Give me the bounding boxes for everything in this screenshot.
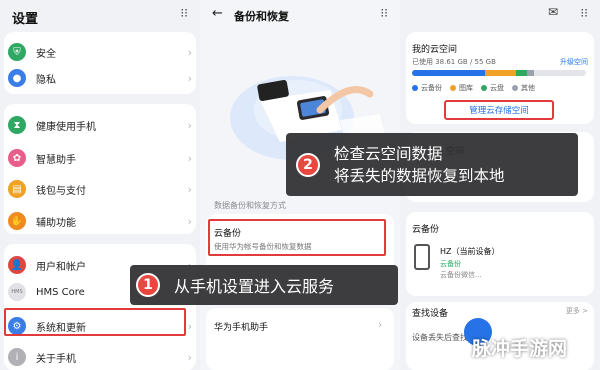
more-icon[interactable]: ⁝⁝ [580, 6, 588, 20]
legend-dot-icon [481, 85, 487, 91]
chevron-right-icon: › [187, 182, 192, 196]
storage-legend: 云备份 图库 云盘 其他 [412, 83, 535, 93]
settings-item-label: 关于手机 [36, 353, 76, 365]
legend-item: 图库 [450, 83, 473, 93]
chevron-right-icon: › [187, 350, 192, 364]
manage-storage-label: 管理云存储空间 [469, 106, 529, 116]
settings-item-label: 健康使用手机 [36, 121, 96, 133]
my-space-title: 我的云空间 [412, 45, 458, 55]
watermark: 脉冲手游网 [472, 338, 568, 360]
legend-label: 云盘 [490, 84, 504, 92]
chevron-right-icon: › [378, 318, 383, 331]
privacy-icon: ● [8, 69, 26, 87]
phone-icon [414, 244, 430, 270]
phone-clone-label[interactable]: 华为手机助手 [214, 320, 268, 333]
accessibility-icon: ✋ [8, 212, 26, 230]
settings-item[interactable]: i 关于手机 › [8, 342, 192, 370]
find-device-desc: 设备丢失后查找 [412, 333, 468, 342]
legend-dot-icon [412, 85, 418, 91]
step-1-badge: 1 [136, 273, 160, 297]
storage-bar [412, 70, 586, 76]
wallet-icon: ▤ [8, 180, 26, 198]
callout-2-line-1: 检查云空间数据 [334, 144, 443, 163]
upgrade-link[interactable]: 升级空间 [560, 57, 588, 67]
chevron-right-icon: › [187, 151, 192, 165]
chevron-right-icon: › [187, 118, 192, 132]
more-icon[interactable]: ⁝⁝ [380, 6, 388, 20]
more-icon[interactable]: ⁝⁝ [180, 6, 188, 20]
storage-segment [526, 70, 534, 76]
hourglass-icon: ⧗ [8, 116, 26, 134]
settings-screen: 设置 ⁝⁝ ⛨ 安全 › ● 隐私 › ⧗ 健康使用手机 › ✿ 智慧助手 › ▤ 钱包与支付 › ✋ 辅助功能… [0, 0, 200, 370]
settings-item-label: 智慧助手 [36, 154, 76, 166]
settings-item-label: 安全 [36, 48, 56, 60]
chevron-right-icon: › [187, 214, 192, 228]
legend-item: 其他 [512, 83, 535, 93]
legend-label: 其他 [521, 84, 535, 92]
legend-dot-icon [450, 85, 456, 91]
find-device-more[interactable]: 更多 > [566, 306, 588, 316]
storage-segment [412, 70, 486, 76]
chevron-right-icon: › [187, 319, 192, 333]
phone-clone-card [206, 308, 394, 370]
storage-segment [485, 70, 517, 76]
cloud-backup-option[interactable] [208, 219, 386, 256]
settings-item-label: 辅助功能 [36, 217, 76, 229]
legend-dot-icon [512, 85, 518, 91]
settings-item[interactable]: ⧗ 健康使用手机 › [8, 110, 192, 140]
storage-segment [516, 70, 527, 76]
cloud-backup-section-title: 云备份 [412, 225, 440, 235]
device-status-2: 云备份微信... [440, 271, 482, 279]
settings-item[interactable]: ✿ 智慧助手 › [8, 143, 192, 173]
space-used-text: 已使用 38.61 GB / 55 GB [412, 58, 496, 66]
legend-item: 云备份 [412, 83, 442, 93]
settings-title: 设置 [12, 12, 39, 27]
highlight-system-update [4, 308, 186, 336]
legend-item: 云盘 [481, 83, 504, 93]
backup-title: 备份和恢复 [234, 10, 289, 23]
settings-item-label: 钱包与支付 [36, 185, 86, 197]
user-icon: 👤 [8, 256, 26, 274]
settings-item[interactable]: ● 隐私 › [8, 63, 192, 93]
callout-step-2: 2 检查云空间数据 将丢失的数据恢复到本地 [286, 133, 578, 196]
shield-icon: ⛨ [8, 43, 26, 61]
find-device-title: 查找设备 [412, 309, 449, 319]
backup-section-label: 数据备份和恢复方式 [214, 201, 286, 210]
chevron-right-icon: › [187, 71, 192, 85]
hms-core-icon: HMS [8, 283, 26, 301]
step-2-badge: 2 [296, 152, 320, 177]
callout-2-line-2: 将丢失的数据恢复到本地 [334, 166, 505, 185]
chevron-right-icon: › [187, 45, 192, 59]
settings-item[interactable]: ✋ 辅助功能 › [8, 206, 192, 236]
legend-label: 云备份 [421, 84, 442, 92]
callout-1-text: 从手机设置进入云服务 [174, 277, 335, 296]
assistant-icon: ✿ [8, 149, 26, 167]
info-icon: i [8, 348, 26, 366]
back-arrow-icon[interactable]: ← [212, 6, 223, 21]
device-name[interactable]: HZ（当前设备） [440, 246, 500, 257]
mail-icon[interactable]: ✉ [548, 5, 558, 19]
callout-step-1: 1 从手机设置进入云服务 [130, 265, 398, 305]
legend-label: 图库 [459, 84, 473, 92]
device-status-1: 云备份 [440, 260, 461, 268]
settings-item-label: 隐私 [36, 74, 56, 86]
settings-item[interactable]: ▤ 钱包与支付 › [8, 174, 192, 204]
